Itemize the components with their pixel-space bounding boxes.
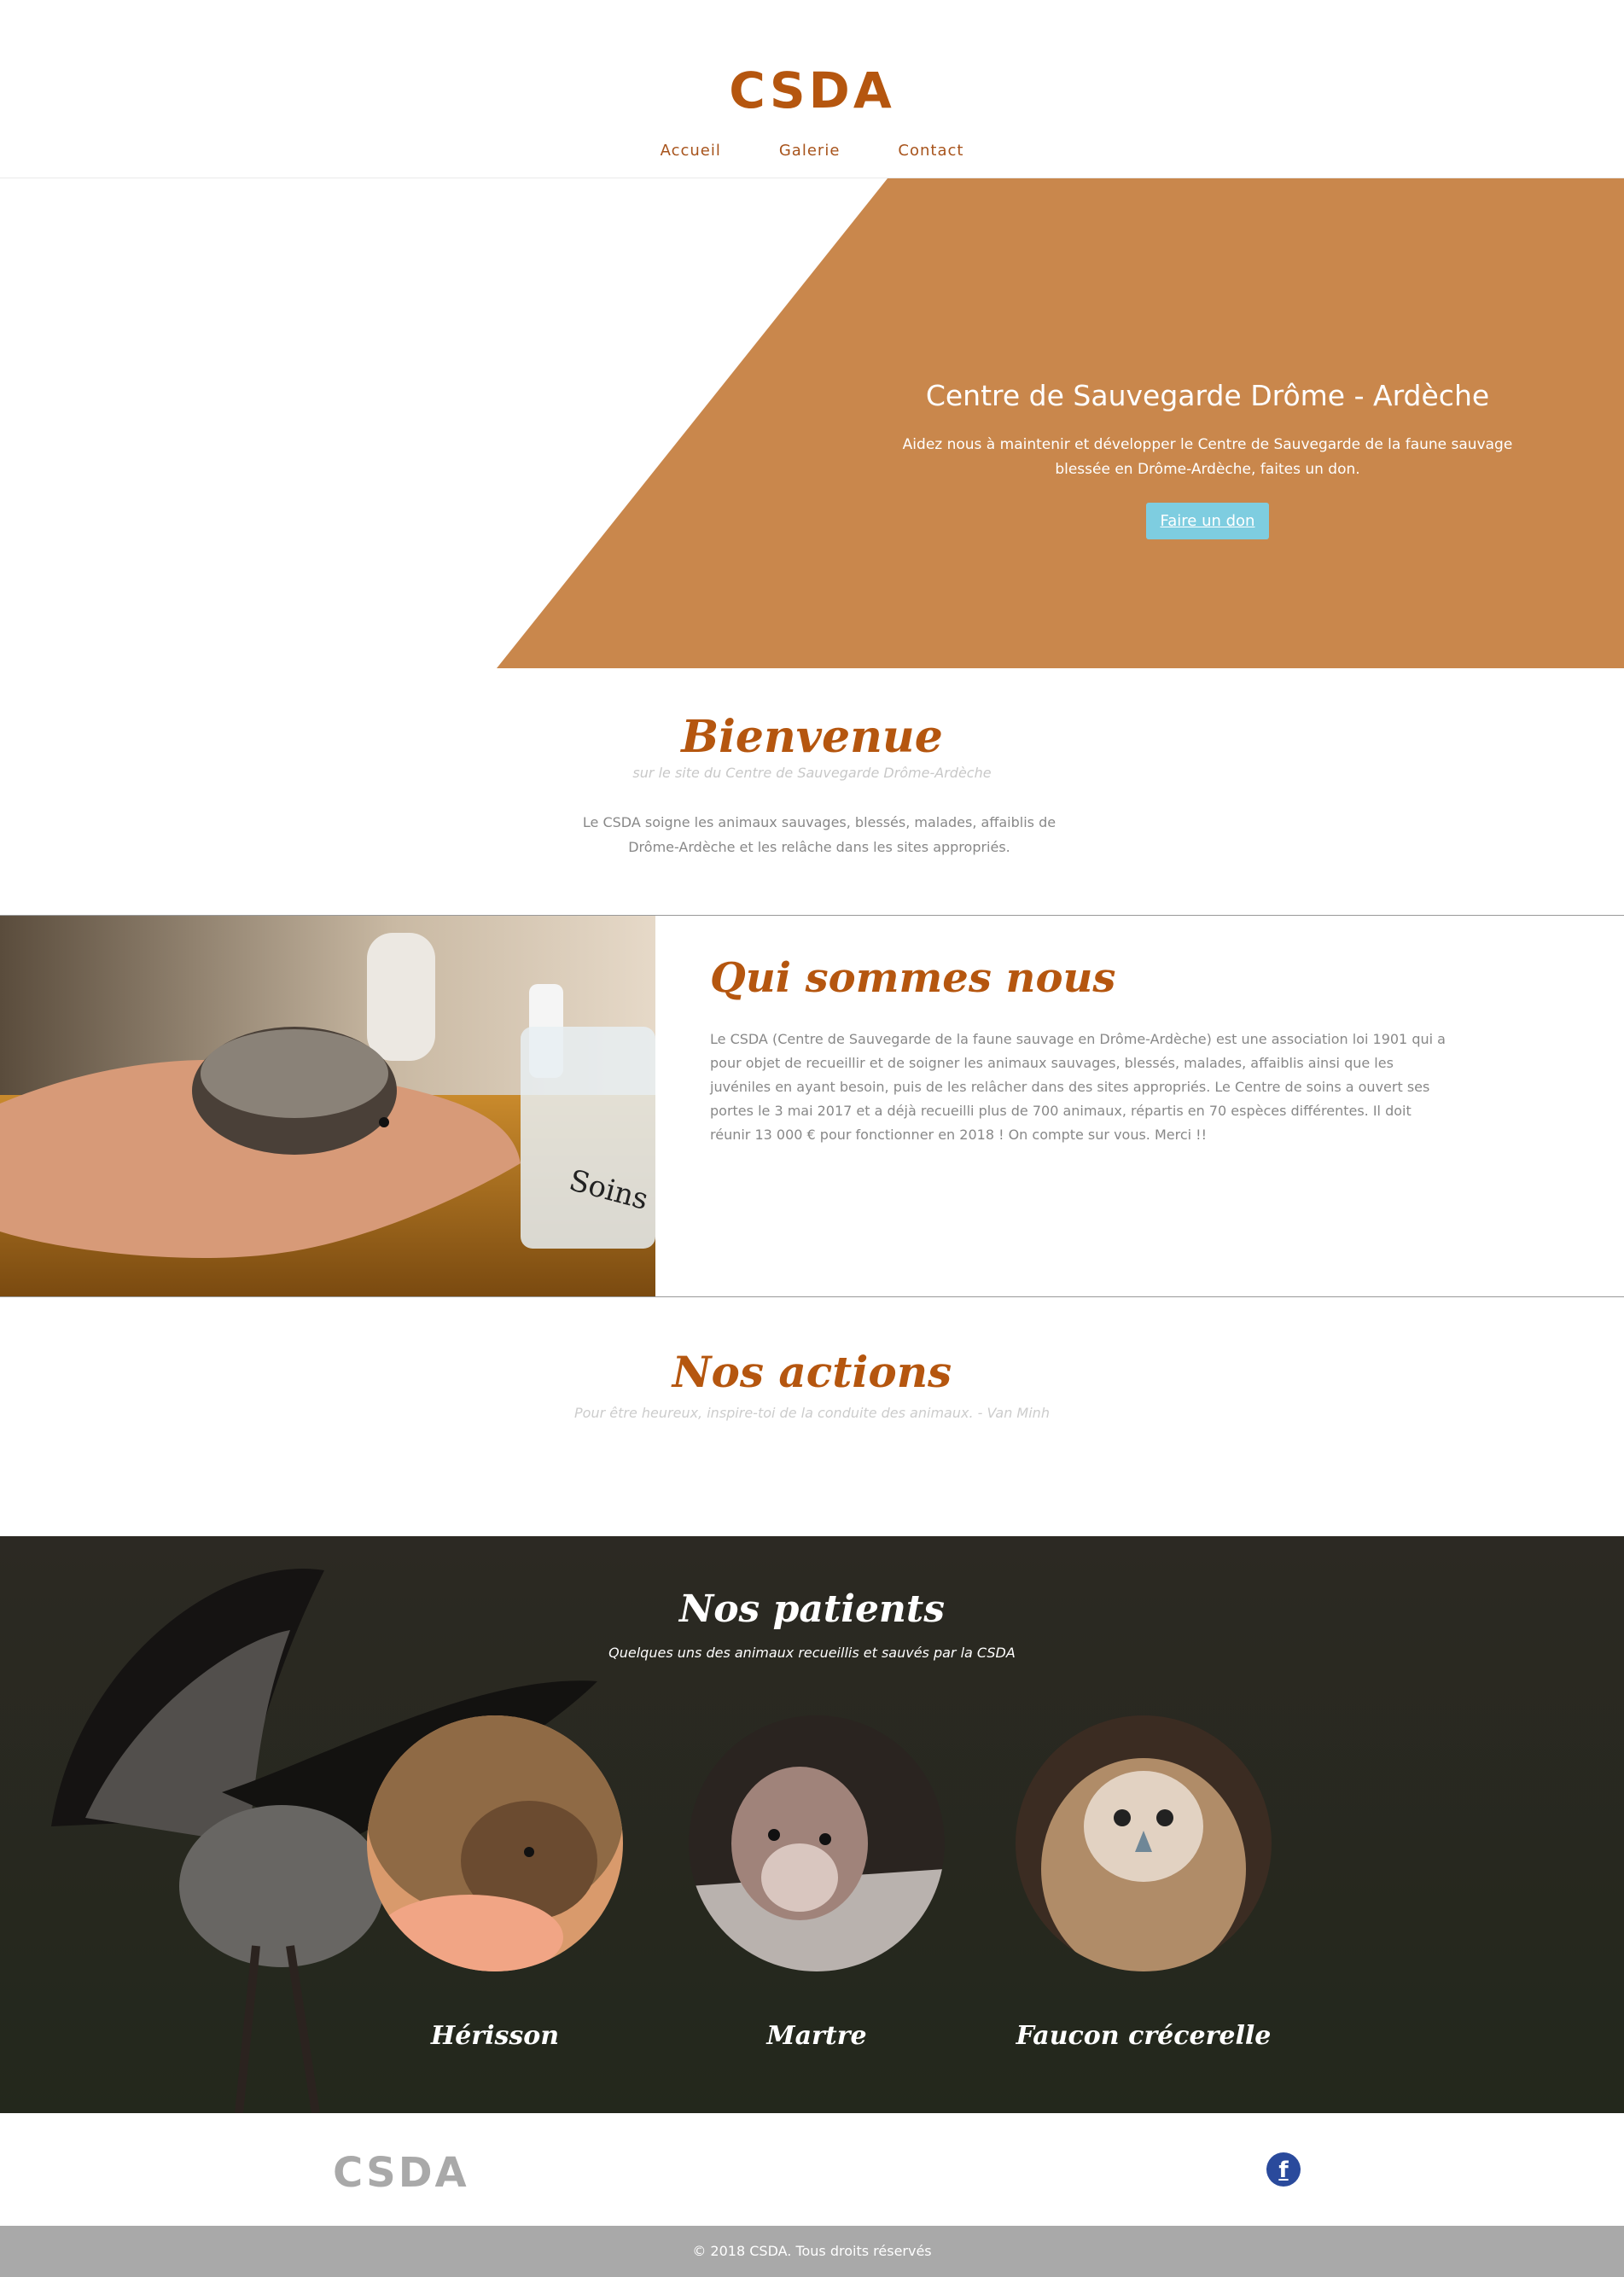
patients-section: Nos patients Quelques uns des animaux re… <box>0 1536 1624 2113</box>
hedgehog-in-hand-image: Soins <box>0 916 655 1296</box>
patients-subtitle: Quelques uns des animaux recueillis et s… <box>608 1645 1016 1661</box>
patient-photo-faucon <box>1016 1715 1272 1971</box>
patient-card-faucon[interactable]: Faucon crécerelle <box>1016 1715 1272 2051</box>
welcome-subtitle: sur le site du Centre de Sauvegarde Drôm… <box>632 765 992 781</box>
welcome-text: Le CSDA soigne les animaux sauvages, ble… <box>582 814 1056 855</box>
patient-name: Martre <box>766 2021 867 2051</box>
hero-title: Centre de Sauvegarde Drôme - Ardèche <box>925 379 1490 412</box>
patient-card-martre[interactable]: Martre <box>689 1715 945 2051</box>
hero-content: Centre de Sauvegarde Drôme - Ardèche Aid… <box>888 379 1528 539</box>
patient-photo-herisson <box>367 1715 623 1971</box>
main-nav: Accueil Galerie Contact <box>0 142 1624 160</box>
nav-item-contact[interactable]: Contact <box>898 142 963 160</box>
patient-card-herisson[interactable]: Hérisson <box>367 1715 623 2051</box>
nav-item-galerie[interactable]: Galerie <box>779 142 841 160</box>
welcome-title: Bienvenue <box>681 711 943 763</box>
copyright-bar: © 2018 CSDA. Tous droits réservés <box>0 2226 1624 2277</box>
patients-title: Nos patients <box>678 1587 946 1631</box>
welcome-section: Bienvenue sur le site du Centre de Sauve… <box>0 668 1624 916</box>
patient-name: Hérisson <box>430 2021 560 2051</box>
site-logo[interactable]: CSDA <box>0 61 1624 119</box>
actions-section: Nos actions Pour être heureux, inspire-t… <box>0 1297 1624 1536</box>
about-title: Qui sommes nous <box>710 954 1116 1002</box>
hero-banner: Centre de Sauvegarde Drôme - Ardèche Aid… <box>0 178 1624 668</box>
actions-title: Nos actions <box>672 1347 952 1397</box>
patient-photo-martre <box>689 1715 945 1971</box>
site-footer: CSDA f <box>0 2113 1624 2226</box>
nav-item-accueil[interactable]: Accueil <box>661 142 721 160</box>
facebook-icon[interactable]: f <box>1266 2152 1301 2187</box>
about-body: Qui sommes nous Le CSDA (Centre de Sauve… <box>710 954 1452 1147</box>
hero-text: Aidez nous à maintenir et développer le … <box>902 436 1513 478</box>
site-header: CSDA Accueil Galerie Contact <box>0 0 1624 178</box>
about-text: Le CSDA (Centre de Sauvegarde de la faun… <box>710 1031 1446 1143</box>
patient-name: Faucon crécerelle <box>1016 2021 1272 2051</box>
actions-quote: Pour être heureux, inspire-toi de la con… <box>574 1405 1050 1421</box>
about-section: Soins Qui sommes nous Le CSDA (Centre de… <box>0 915 1624 1297</box>
footer-logo[interactable]: CSDA <box>333 2149 469 2197</box>
donate-button[interactable]: Faire un don <box>1145 503 1270 539</box>
